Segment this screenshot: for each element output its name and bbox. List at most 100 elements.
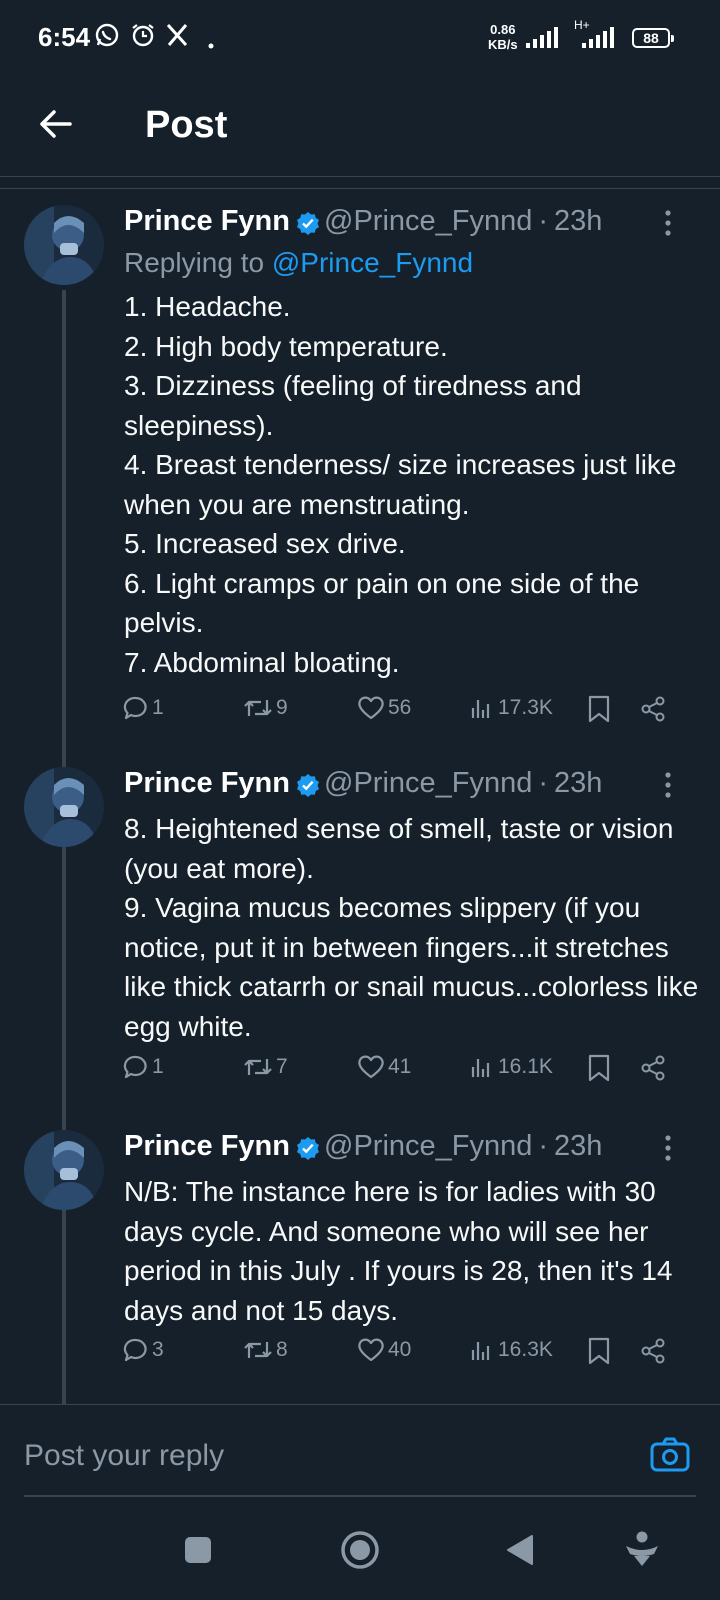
reply-icon [123,696,147,720]
back-icon[interactable] [506,1534,534,1571]
alarm-icon [130,22,156,53]
view-count: 16.1K [498,1055,553,1078]
author-handle[interactable]: @Prince_Fynnd [324,1130,532,1162]
repost-button[interactable]: 8 [242,1336,288,1364]
views-button[interactable]: 16.3K [468,1336,553,1364]
share-icon [641,1055,665,1081]
tweet-header: Prince Fynn @Prince_Fynnd · 23h [124,1130,602,1168]
camera-icon[interactable] [650,1437,690,1478]
view-count: 17.3K [498,696,553,719]
thread-line [62,290,66,1404]
author-handle[interactable]: @Prince_Fynnd [324,767,532,799]
reply-composer: Post your reply [0,1404,720,1497]
views-icon [471,1059,490,1077]
more-options-icon[interactable] [664,1134,672,1167]
views-icon [471,700,490,718]
share-button[interactable] [638,1336,670,1366]
like-button[interactable]: 40 [356,1336,411,1364]
author-handle[interactable]: @Prince_Fynnd [324,205,532,237]
dot-icon [208,36,214,54]
bookmark-icon [588,1054,610,1082]
signal-icon [582,27,614,48]
status-bar: 6:54 0.86 KB/s H+ 88 [0,0,720,80]
bookmark-button[interactable] [586,1336,614,1366]
more-options-icon[interactable] [664,771,672,804]
author-name[interactable]: Prince Fynn [124,205,290,237]
reply-button[interactable]: 1 [122,1053,164,1081]
reply-button[interactable]: 1 [122,694,164,722]
tweet-text: 1. Headache. 2. High body temperature. 3… [124,291,677,678]
repost-count: 9 [276,696,288,719]
net-speed-value: 0.86 [490,22,516,37]
tweet-text: N/B: The instance here is for ladies wit… [124,1176,673,1326]
avatar[interactable] [24,1130,104,1210]
tweet-header: Prince Fynn @Prince_Fynnd · 23h [124,205,602,243]
status-time: 6:54 [38,22,91,52]
repost-icon [244,1342,272,1358]
replying-to-label: Replying to [124,247,265,278]
reply-input[interactable]: Post your reply [24,1439,224,1473]
bookmark-button[interactable] [586,1053,614,1083]
views-button[interactable]: 17.3K [468,694,553,722]
reply-button[interactable]: 3 [122,1336,164,1364]
bookmark-icon [588,695,610,723]
like-button[interactable]: 41 [356,1053,411,1081]
net-speed-unit: KB/s [488,37,518,52]
repost-button[interactable]: 7 [242,1053,288,1081]
home-icon[interactable] [340,1530,380,1575]
tweet-header: Prince Fynn @Prince_Fynnd · 23h [124,767,602,805]
repost-count: 8 [276,1338,288,1361]
signal-icon [526,27,558,48]
share-button[interactable] [638,694,670,724]
battery-level: 88 [643,30,659,46]
tweet-actions: 1 9 56 17.3K [122,694,692,730]
reply-icon [123,1338,147,1362]
recent-apps-icon[interactable] [184,1536,212,1569]
share-icon [641,1338,665,1364]
heart-icon [358,1055,384,1079]
replying-to: Replying to @Prince_Fynnd [124,247,473,279]
replying-to-handle[interactable]: @Prince_Fynnd [272,247,473,278]
heart-icon [358,1338,384,1362]
bookmark-icon [588,1337,610,1365]
accessibility-icon[interactable] [624,1530,660,1573]
more-options-icon[interactable] [664,209,672,242]
whatsapp-icon [94,22,120,53]
author-name[interactable]: Prince Fynn [124,767,290,799]
view-count: 16.3K [498,1338,553,1361]
author-name[interactable]: Prince Fynn [124,1130,290,1162]
share-icon [641,696,665,722]
battery-icon: 88 [632,28,674,48]
reply-count: 3 [152,1338,164,1361]
tweet-text: 8. Heightened sense of smell, taste or v… [124,813,699,1042]
timestamp[interactable]: 23h [554,767,602,799]
repost-icon [244,1059,272,1075]
repost-count: 7 [276,1055,288,1078]
timestamp[interactable]: 23h [554,1130,602,1162]
avatar[interactable] [24,767,104,847]
verified-badge-icon [296,772,320,805]
net-speed: 0.86 KB/s [488,22,518,52]
tweet-actions: 1 7 41 16.1K [122,1053,692,1089]
share-button[interactable] [638,1053,670,1083]
repost-button[interactable]: 9 [242,694,288,722]
timestamp[interactable]: 23h [554,205,602,237]
bookmark-button[interactable] [586,694,614,724]
like-button[interactable]: 56 [356,694,411,722]
views-button[interactable]: 16.1K [468,1053,553,1081]
reply-icon [123,1055,147,1079]
avatar[interactable] [24,205,104,285]
tweet-actions: 3 8 40 16.3K [122,1336,692,1372]
separator-dot: · [538,1130,549,1162]
back-arrow-icon[interactable] [36,104,76,144]
system-nav-bar [0,1496,720,1600]
reply-count: 1 [152,1055,164,1078]
like-count: 40 [388,1338,412,1361]
verified-badge-icon [296,1135,320,1168]
reply-count: 1 [152,696,164,719]
heart-icon [358,696,384,720]
verified-badge-icon [296,210,320,243]
like-count: 56 [388,696,412,719]
top-app-bar: Post [0,80,720,177]
page-title: Post [145,104,228,146]
